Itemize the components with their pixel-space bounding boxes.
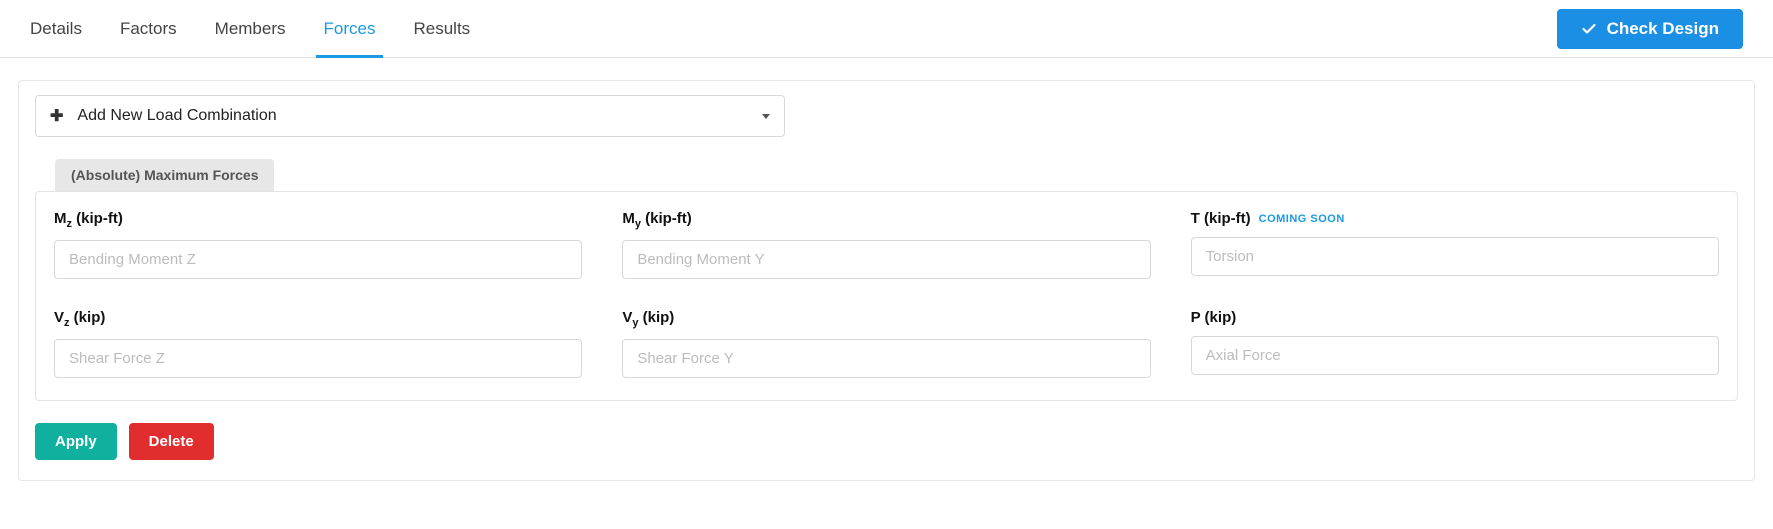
- field-vz: Vz (kip): [54, 309, 582, 378]
- apply-button[interactable]: Apply: [35, 423, 117, 460]
- coming-soon-badge: COMING SOON: [1259, 213, 1345, 225]
- tab-results[interactable]: Results: [413, 1, 470, 57]
- check-icon: [1581, 21, 1597, 37]
- action-row: Apply Delete: [35, 423, 1738, 460]
- field-mz: Mz (kip-ft): [54, 210, 582, 279]
- input-vz[interactable]: [54, 339, 582, 378]
- chevron-down-icon: [762, 114, 770, 119]
- check-design-button[interactable]: Check Design: [1557, 9, 1743, 49]
- add-load-combo-label: Add New Load Combination: [77, 107, 276, 125]
- tab-forces[interactable]: Forces: [324, 1, 376, 57]
- field-vy: Vy (kip): [622, 309, 1150, 378]
- subtab-row: (Absolute) Maximum Forces: [35, 159, 1738, 191]
- label-p: P (kip): [1191, 309, 1719, 326]
- label-my: My (kip-ft): [622, 210, 1150, 230]
- tab-details[interactable]: Details: [30, 1, 82, 57]
- forces-box: Mz (kip-ft) My (kip-ft) T (kip-ft) COMIN…: [35, 191, 1738, 401]
- label-vz: Vz (kip): [54, 309, 582, 329]
- field-my: My (kip-ft): [622, 210, 1150, 279]
- tab-members[interactable]: Members: [215, 1, 286, 57]
- input-my[interactable]: [622, 240, 1150, 279]
- subtab-absolute-max-forces[interactable]: (Absolute) Maximum Forces: [55, 159, 274, 191]
- input-p[interactable]: [1191, 336, 1719, 375]
- input-mz[interactable]: [54, 240, 582, 279]
- check-design-label: Check Design: [1607, 19, 1719, 39]
- add-load-combo-dropdown[interactable]: ✚ Add New Load Combination: [35, 95, 785, 137]
- input-t: [1191, 237, 1719, 276]
- label-vy: Vy (kip): [622, 309, 1150, 329]
- field-p: P (kip): [1191, 309, 1719, 378]
- top-bar: Details Factors Members Forces Results C…: [0, 0, 1773, 58]
- delete-button[interactable]: Delete: [129, 423, 214, 460]
- input-vy[interactable]: [622, 339, 1150, 378]
- field-t: T (kip-ft) COMING SOON: [1191, 210, 1719, 279]
- label-t: T (kip-ft) COMING SOON: [1191, 210, 1719, 227]
- tab-factors[interactable]: Factors: [120, 1, 177, 57]
- plus-icon: ✚: [50, 106, 63, 126]
- label-mz: Mz (kip-ft): [54, 210, 582, 230]
- fields-grid: Mz (kip-ft) My (kip-ft) T (kip-ft) COMIN…: [54, 210, 1719, 378]
- content-panel: ✚ Add New Load Combination (Absolute) Ma…: [18, 80, 1755, 481]
- tabs: Details Factors Members Forces Results: [30, 1, 470, 57]
